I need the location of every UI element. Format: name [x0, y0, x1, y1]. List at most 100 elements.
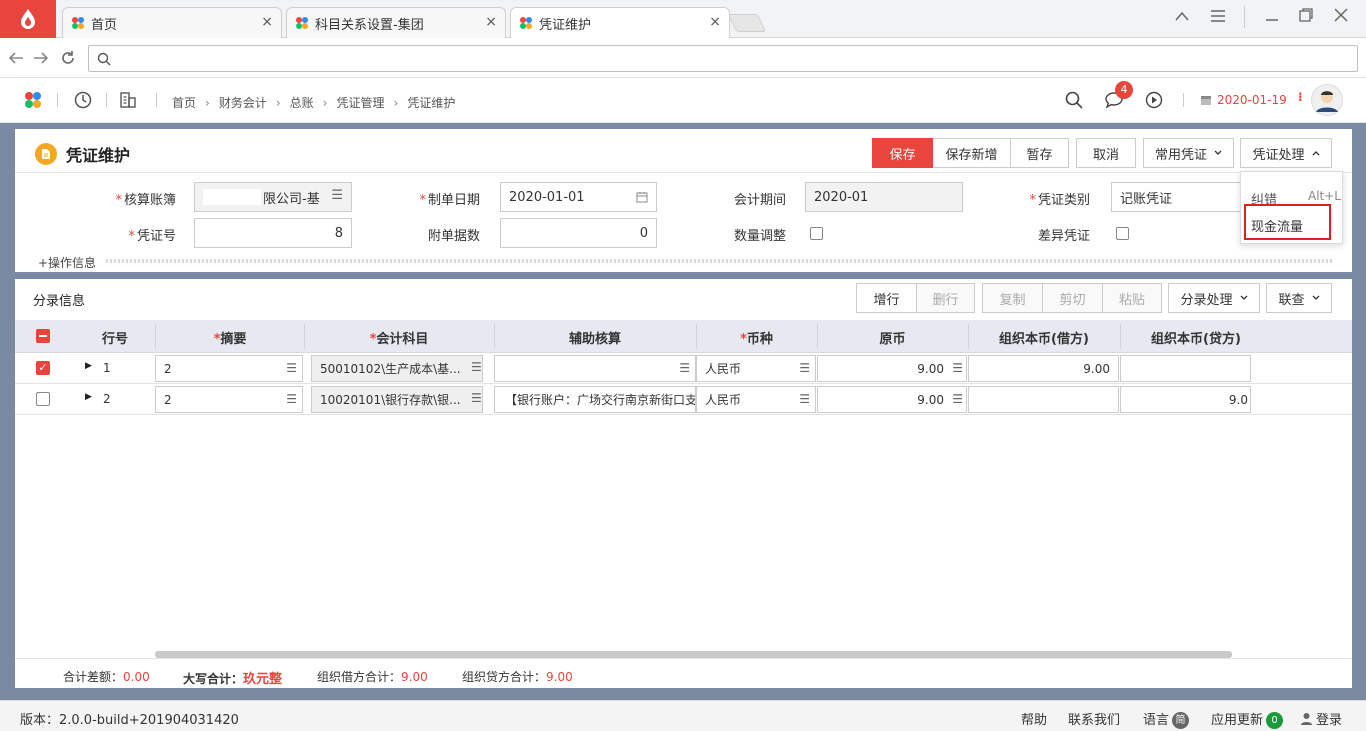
breadcrumb-item[interactable]: 总账 — [290, 94, 314, 111]
close-icon[interactable]: × — [485, 14, 497, 30]
row-checkbox[interactable] — [36, 392, 50, 406]
row-checkbox[interactable]: ✓ — [36, 361, 50, 375]
close-icon[interactable]: × — [709, 14, 721, 30]
date-display[interactable]: 2020-01-19 — [1200, 93, 1287, 107]
column-header-credit[interactable]: 组织本币(贷方) — [1120, 328, 1272, 347]
masked-text — [203, 189, 261, 205]
original-amount-cell[interactable]: 9.00 ☰ — [817, 355, 967, 382]
close-icon[interactable]: × — [261, 14, 273, 30]
currency-cell[interactable]: 人民币 ☰ — [696, 386, 816, 413]
common-voucher-label: 常用凭证 — [1154, 147, 1207, 163]
play-icon[interactable] — [1145, 91, 1163, 109]
select-all-checkbox[interactable] — [36, 329, 50, 343]
qty-adjust-checkbox[interactable] — [810, 227, 823, 240]
browser-tab-home[interactable]: 首页 × — [62, 7, 282, 38]
debit-cell[interactable]: 9.00 — [968, 355, 1119, 382]
paste-button[interactable]: 粘贴 — [1103, 283, 1162, 313]
back-icon[interactable] — [8, 51, 24, 65]
table-row[interactable]: ▶ 2 2 ☰ 10020101\银行存款\银... ☰ 【银行账户：广场交行南京… — [15, 384, 1352, 415]
credit-cell[interactable] — [1120, 355, 1251, 382]
table-row[interactable]: ✓ ▶ 1 2 ☰ 50010102\生产成本\基... ☰ ☰ 人民币 ☰ 9.0… — [15, 353, 1352, 384]
language-switch[interactable]: 语言简 — [1143, 709, 1190, 729]
temp-save-button[interactable]: 暂存 — [1011, 138, 1069, 168]
list-icon[interactable]: ☰ — [471, 391, 482, 405]
new-tab-button[interactable] — [727, 14, 767, 32]
history-icon[interactable] — [74, 91, 92, 109]
link-query-dropdown[interactable]: 联查 — [1266, 283, 1332, 313]
minimize-icon[interactable] — [1264, 10, 1280, 22]
account-cell[interactable]: 50010102\生产成本\基... — [311, 355, 483, 382]
avatar[interactable] — [1311, 84, 1343, 116]
url-input[interactable] — [88, 45, 1358, 72]
save-new-button[interactable]: 保存新增 — [933, 138, 1011, 168]
column-header-account[interactable]: *会计科目 — [304, 328, 494, 347]
credit-cell[interactable]: 9.0 — [1120, 386, 1251, 413]
help-link[interactable]: 帮助 — [1021, 709, 1047, 728]
forward-icon[interactable] — [33, 51, 49, 65]
voucher-process-dropdown[interactable]: 凭证处理 — [1240, 138, 1332, 168]
page-title-text: 凭证维护 — [66, 146, 131, 165]
app-logo-icon — [72, 17, 84, 29]
save-button[interactable]: 保存 — [872, 138, 933, 168]
add-row-button[interactable]: 增行 — [856, 283, 917, 313]
calendar-icon[interactable] — [636, 191, 648, 203]
column-header-aux[interactable]: 辅助核算 — [494, 328, 696, 347]
column-header-currency[interactable]: *币种 — [696, 328, 817, 347]
delete-row-button[interactable]: 删行 — [917, 283, 975, 313]
account-cell[interactable]: 10020101\银行存款\银... — [311, 386, 483, 413]
organization-icon[interactable] — [119, 91, 137, 109]
type-field[interactable]: 记账凭证 — [1111, 182, 1241, 212]
app-logo-icon[interactable] — [24, 91, 42, 109]
alert-icon[interactable]: ⁝ — [1298, 90, 1303, 104]
menu-icon[interactable] — [1210, 9, 1226, 23]
close-window-icon[interactable] — [1333, 7, 1349, 23]
chevron-up-icon[interactable] — [1174, 10, 1190, 22]
voucher-no-field[interactable]: 8 — [194, 218, 352, 248]
summary-cell[interactable]: 2 ☰ — [155, 355, 303, 382]
total-diff: 合计差额：0.00 — [63, 670, 150, 684]
op-info-toggle[interactable]: +操作信息 — [38, 254, 96, 271]
currency-cell[interactable]: 人民币 ☰ — [696, 355, 816, 382]
restore-icon[interactable] — [1298, 7, 1314, 23]
copy-button[interactable]: 复制 — [982, 283, 1043, 313]
list-icon[interactable]: ☰ — [331, 188, 343, 203]
date-field[interactable]: 2020-01-01 — [500, 182, 657, 212]
browser-logo-icon[interactable] — [0, 0, 56, 38]
aux-cell[interactable]: 【银行账户：广场交行南京新街口支行 — [494, 386, 696, 413]
attach-field[interactable]: 0 — [500, 218, 657, 248]
horizontal-scrollbar[interactable] — [155, 651, 1232, 658]
cut-button[interactable]: 剪切 — [1043, 283, 1103, 313]
column-header-debit[interactable]: 组织本币(借方) — [968, 328, 1120, 347]
column-header-original[interactable]: 原币 — [817, 328, 968, 347]
breadcrumb-item[interactable]: 凭证管理 — [336, 94, 384, 111]
refresh-icon[interactable] — [60, 50, 76, 66]
total-upper: 大写合计：玖元整 — [183, 672, 283, 687]
login-link[interactable]: 登录 — [1300, 709, 1342, 728]
expand-icon[interactable]: ▶ — [85, 361, 92, 371]
aux-cell[interactable]: ☰ — [494, 355, 696, 382]
browser-tab-voucher[interactable]: 凭证维护 × — [510, 7, 730, 38]
tab-label: 科目关系设置-集团 — [315, 17, 424, 33]
entry-process-dropdown[interactable]: 分录处理 — [1168, 283, 1260, 313]
original-amount-cell[interactable]: 9.00 ☰ — [817, 386, 967, 413]
expand-icon[interactable]: ▶ — [85, 392, 92, 402]
summary-cell[interactable]: 2 ☰ — [155, 386, 303, 413]
browser-tab-subject-relation[interactable]: 科目关系设置-集团 × — [286, 7, 506, 38]
breadcrumb-item[interactable]: 财务会计 — [219, 94, 267, 111]
list-icon: ☰ — [799, 361, 810, 375]
breadcrumb-item[interactable]: 首页 — [172, 94, 196, 111]
user-icon — [1301, 713, 1312, 725]
common-voucher-dropdown[interactable]: 常用凭证 — [1143, 138, 1234, 168]
list-icon[interactable]: ☰ — [471, 360, 482, 374]
app-update-link[interactable]: 应用更新 0 — [1211, 709, 1284, 729]
diff-voucher-checkbox[interactable] — [1116, 227, 1129, 240]
cancel-button[interactable]: 取消 — [1076, 138, 1136, 168]
book-field[interactable]: 限公司-基 ☰ — [194, 182, 352, 212]
debit-cell[interactable] — [968, 386, 1119, 413]
divider — [15, 172, 1352, 173]
contact-link[interactable]: 联系我们 — [1068, 709, 1120, 728]
divider — [57, 93, 58, 107]
search-icon[interactable] — [1065, 91, 1083, 109]
diff-voucher-label: 差异凭证 — [1037, 229, 1090, 244]
column-header-summary[interactable]: *摘要 — [155, 328, 305, 347]
